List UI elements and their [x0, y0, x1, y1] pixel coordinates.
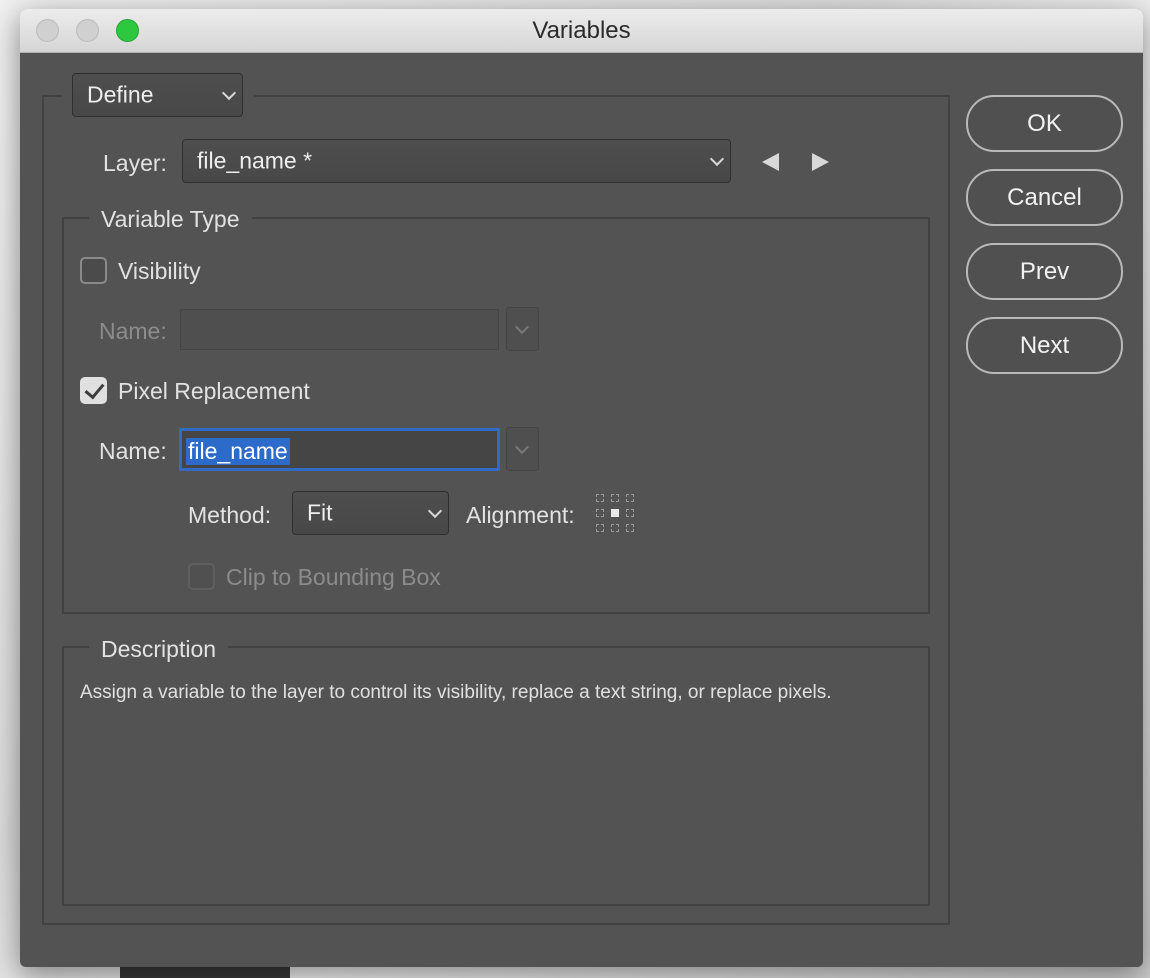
- visibility-label: Visibility: [118, 258, 201, 284]
- chevron-down-icon: [514, 319, 530, 335]
- prev-button[interactable]: Prev: [966, 243, 1123, 300]
- layer-select[interactable]: file_name *: [182, 139, 731, 183]
- alignment-grid-icon[interactable]: [596, 494, 634, 532]
- title-bar[interactable]: Variables: [20, 9, 1143, 53]
- layer-label: Layer:: [103, 150, 167, 176]
- visibility-checkbox[interactable]: [80, 257, 107, 284]
- mode-select-value: Define: [87, 81, 154, 108]
- align-top-right[interactable]: [626, 494, 634, 502]
- next-button[interactable]: Next: [966, 317, 1123, 374]
- chevron-down-icon: [514, 439, 530, 455]
- pixel-name-label: Name:: [99, 438, 167, 464]
- align-top-center[interactable]: [611, 494, 619, 502]
- variable-type-legend: Variable Type: [89, 206, 252, 233]
- alignment-label: Alignment:: [466, 502, 575, 528]
- description-legend: Description: [89, 636, 229, 663]
- visibility-name-dropdown[interactable]: [506, 307, 539, 351]
- checkmark-icon: [84, 378, 105, 400]
- pixel-replacement-label: Pixel Replacement: [118, 378, 310, 404]
- align-middle-left[interactable]: [596, 509, 604, 517]
- method-select[interactable]: Fit: [292, 491, 449, 535]
- method-label: Method:: [188, 502, 272, 528]
- clip-to-bounding-box-label: Clip to Bounding Box: [226, 564, 441, 590]
- pixel-name-field[interactable]: file_name: [180, 429, 499, 470]
- method-select-value: Fit: [307, 499, 333, 526]
- align-top-left[interactable]: [596, 494, 604, 502]
- align-bottom-right[interactable]: [626, 524, 634, 532]
- pixel-replacement-checkbox[interactable]: [80, 377, 107, 404]
- next-layer-icon[interactable]: [812, 153, 829, 171]
- align-bottom-left[interactable]: [596, 524, 604, 532]
- pixel-name-value: file_name: [186, 438, 290, 465]
- align-bottom-center[interactable]: [611, 524, 619, 532]
- mode-select[interactable]: Define: [72, 73, 243, 117]
- visibility-name-label: Name:: [99, 318, 167, 344]
- chevron-down-icon: [709, 151, 725, 167]
- window-title: Variables: [532, 17, 631, 44]
- ok-button[interactable]: OK: [966, 95, 1123, 152]
- clip-to-bounding-box-checkbox[interactable]: [188, 563, 215, 590]
- description-text: Assign a variable to the layer to contro…: [80, 682, 832, 703]
- pixel-name-dropdown[interactable]: [506, 427, 539, 471]
- chevron-down-icon: [221, 85, 237, 101]
- visibility-name-field[interactable]: [180, 309, 499, 350]
- chevron-down-icon: [427, 503, 443, 519]
- layer-select-value: file_name *: [197, 147, 313, 174]
- align-middle-right[interactable]: [626, 509, 634, 517]
- align-center[interactable]: [611, 509, 619, 517]
- previous-layer-icon[interactable]: [762, 153, 779, 171]
- cancel-button[interactable]: Cancel: [966, 169, 1123, 226]
